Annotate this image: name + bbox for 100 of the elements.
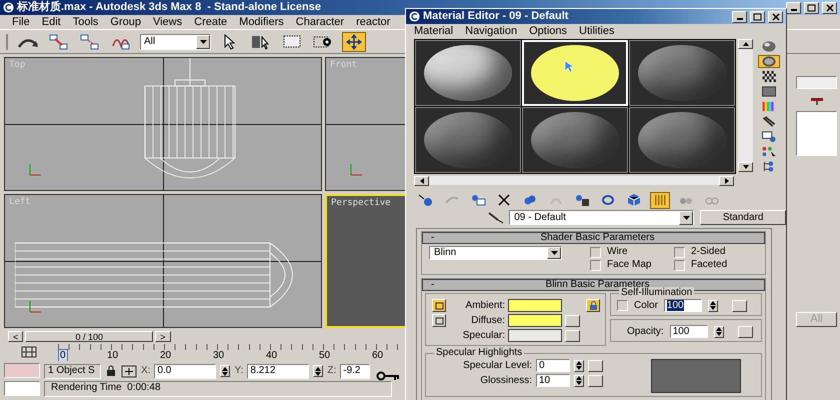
x-field[interactable]: 0.0 — [154, 364, 216, 378]
editor-maximize-button[interactable] — [750, 10, 765, 22]
menu-item[interactable]: Edit — [36, 16, 67, 28]
menu-item[interactable]: Utilities — [573, 25, 620, 38]
spinner-arrows[interactable] — [714, 326, 724, 338]
y-field[interactable]: 8.212 — [247, 364, 310, 378]
color-swatch[interactable] — [508, 314, 562, 327]
checkbox[interactable] — [674, 260, 685, 270]
dropdown-arrow-button[interactable] — [679, 210, 694, 224]
lock-icon[interactable] — [105, 365, 117, 377]
command-field[interactable] — [796, 76, 837, 90]
map-button[interactable] — [738, 326, 753, 338]
editor-minimize-button[interactable] — [732, 10, 747, 22]
cursor-icon — [564, 60, 574, 73]
map-button[interactable] — [565, 314, 580, 326]
checkbox[interactable] — [590, 246, 601, 258]
vertical-scrollbar[interactable] — [738, 39, 753, 172]
z-field[interactable]: -9.2 — [340, 364, 370, 378]
menu-item[interactable]: reactor — [350, 16, 396, 28]
square-icon — [434, 302, 444, 310]
right-triangle-icon — [724, 178, 728, 184]
scroll-right-button[interactable] — [719, 176, 734, 186]
shader-dropdown[interactable]: Blinn — [429, 246, 562, 260]
move-button[interactable] — [342, 32, 366, 52]
scroll-up-button[interactable] — [738, 39, 753, 49]
checker-icon — [761, 70, 777, 83]
material-name-field[interactable]: 09 - Default — [509, 210, 694, 225]
map-button[interactable] — [588, 360, 603, 372]
spinner-arrows[interactable] — [574, 360, 584, 372]
sample-slot[interactable] — [415, 40, 521, 106]
linked-boxes-icon — [49, 34, 69, 50]
nodes-cursor-icon — [761, 145, 777, 158]
checkbox-label: Wire — [607, 246, 628, 258]
map-button[interactable] — [588, 374, 603, 386]
previous-frame-button[interactable]: < — [8, 331, 24, 342]
spinner-arrows[interactable] — [708, 300, 718, 312]
dropdown-arrow-button[interactable] — [196, 34, 210, 48]
backlight-sphere-icon — [761, 55, 777, 68]
viewport-label[interactable]: Perspective — [331, 198, 391, 208]
menu-item[interactable]: Navigation — [459, 25, 524, 38]
hammer-icon[interactable] — [808, 95, 824, 106]
bars-button[interactable] — [650, 192, 670, 208]
frame-marker[interactable]: 0 — [58, 349, 68, 361]
spinner-field[interactable]: 100 — [664, 299, 702, 312]
menu-item[interactable]: Create — [188, 16, 234, 28]
lock-toggle-button[interactable] — [432, 314, 446, 327]
checkbox[interactable] — [617, 300, 628, 311]
spinner-field[interactable]: 100 — [670, 325, 708, 338]
spinner-field[interactable]: 10 — [536, 374, 570, 387]
checkbox[interactable] — [674, 246, 685, 258]
maximize-button[interactable] — [804, 2, 819, 14]
up-down-arrows-icon — [315, 366, 322, 376]
material-type-button[interactable]: Standard — [700, 210, 786, 225]
menu-item[interactable]: Character — [290, 16, 350, 28]
padlock-icon — [588, 300, 598, 310]
move-arrows-icon — [346, 34, 362, 50]
up-down-arrows-icon — [576, 361, 582, 370]
app-logo-icon — [3, 2, 14, 13]
checkbox[interactable] — [590, 260, 601, 270]
close-button[interactable] — [822, 2, 837, 14]
scroll-down-button[interactable] — [738, 162, 753, 172]
backlight-sphere-button[interactable] — [758, 55, 780, 68]
minimize-button[interactable] — [786, 2, 801, 14]
group-title: Self-Illumination — [619, 287, 694, 298]
dashed-rectangle-dot-icon — [313, 34, 333, 50]
color-swatch — [4, 363, 40, 378]
color-label: Diffuse: — [470, 314, 505, 326]
toolbar-grip-icon — [6, 34, 9, 50]
caret-icon — [200, 40, 206, 44]
editor-close-button[interactable] — [768, 10, 783, 22]
rollout-header[interactable]: - Shader Basic Parameters — [422, 232, 765, 244]
menu-item[interactable]: Options — [523, 25, 574, 38]
lock-button[interactable] — [586, 299, 600, 312]
modifier-list[interactable] — [796, 111, 837, 156]
time-slider-thumb[interactable]: 0 / 100 — [25, 331, 154, 342]
spinner-arrows[interactable] — [313, 365, 324, 377]
menu-item[interactable]: Modifiers — [233, 16, 290, 28]
map-button[interactable] — [565, 330, 580, 342]
color-swatch[interactable] — [508, 329, 562, 342]
menu-item[interactable]: Views — [146, 16, 188, 28]
menu-item[interactable]: Tools — [66, 16, 104, 28]
key-icon[interactable] — [376, 371, 400, 381]
selection-filter-dropdown[interactable]: All — [140, 34, 211, 50]
lock-toggle-button[interactable] — [432, 299, 446, 312]
dropdown-arrow-button[interactable] — [547, 247, 561, 259]
menu-item[interactable]: File — [6, 16, 36, 28]
color-swatch[interactable] — [508, 299, 562, 312]
menu-item[interactable]: Material — [408, 25, 460, 38]
absolute-mode-icon[interactable] — [121, 364, 137, 378]
map-button[interactable] — [732, 300, 747, 312]
menu-item[interactable]: Group — [104, 16, 147, 28]
app-logo-icon — [409, 11, 420, 22]
eyedropper-icon[interactable] — [488, 212, 504, 224]
next-frame-button[interactable]: > — [155, 331, 171, 342]
spinner-arrows[interactable] — [574, 374, 584, 386]
scroll-left-button[interactable] — [414, 176, 429, 186]
spinner-arrows[interactable] — [220, 365, 230, 377]
spinner-field[interactable]: 0 — [536, 359, 570, 372]
checkbox-label: Face Map — [607, 259, 652, 271]
horizontal-scrollbar[interactable] — [414, 176, 734, 185]
